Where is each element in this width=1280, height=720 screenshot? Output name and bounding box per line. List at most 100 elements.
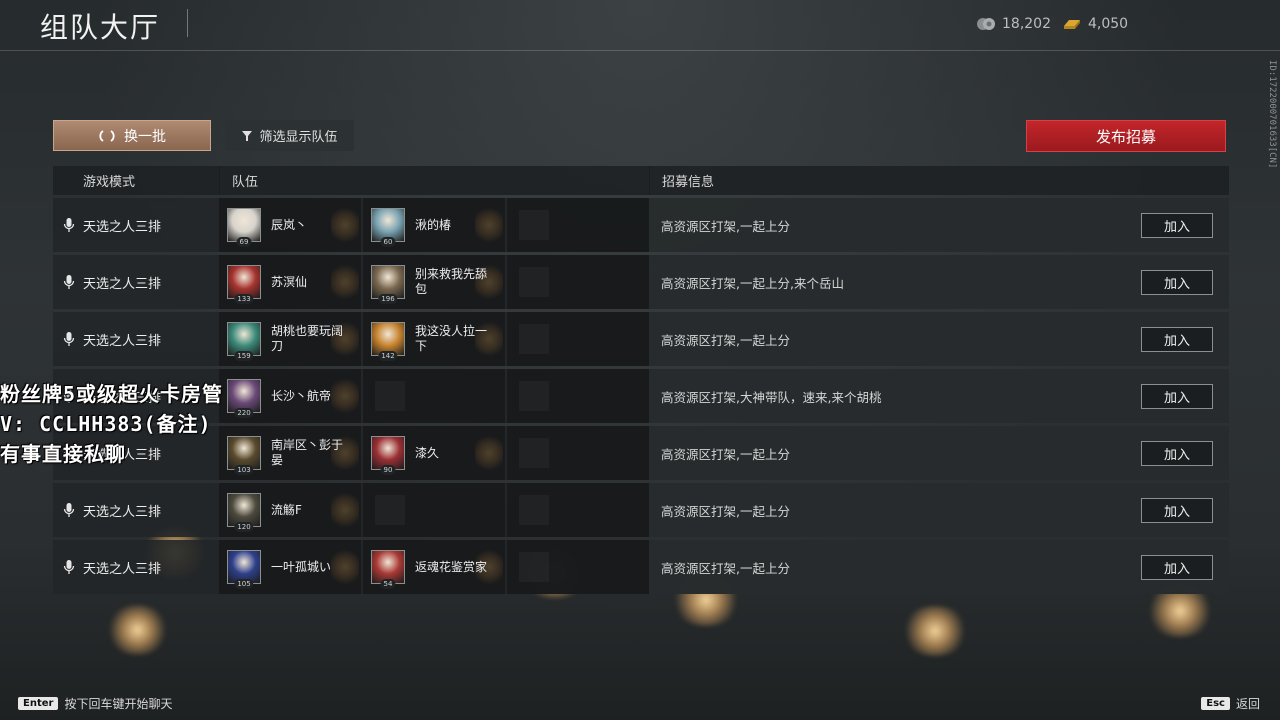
player-name: 一叶孤城い — [271, 559, 332, 574]
info-cell: 高资源区打架,一起上分 加入 — [649, 540, 1229, 594]
avatar[interactable]: 196 — [371, 265, 405, 304]
slot-emblem — [331, 546, 359, 588]
table-row: 天选之人三排 103 南岸区丶彭于晏 90 漆久 高资源区打架,一起上分 加入 — [53, 426, 1229, 480]
player-level: 105 — [234, 579, 254, 589]
overlay-line-1: 粉丝牌5或级超火卡房管 — [0, 382, 224, 406]
team-table: 游戏模式 队伍 招募信息 天选之人三排 69 辰岚丶 60 湫的椿 高资源区打架,一起上分… — [53, 166, 1229, 594]
table-header: 游戏模式 队伍 招募信息 — [53, 166, 1229, 195]
avatar[interactable]: 220 — [227, 379, 261, 418]
player-name: 胡桃也要玩阔刀 — [271, 324, 344, 353]
avatar[interactable]: 133 — [227, 265, 261, 304]
back-label: 返回 — [1235, 697, 1260, 711]
player-name: 漆久 — [415, 445, 440, 460]
avatar[interactable]: 60 — [371, 208, 405, 247]
player-slot: 90 漆久 — [363, 426, 505, 480]
empty-slot-placeholder — [519, 495, 549, 525]
join-button[interactable]: 加入 — [1141, 269, 1213, 295]
player-name: 长沙丶航帝 — [271, 388, 332, 403]
table-row: 天选之人三排 120 流觞F 高资源区打架,一起上分 加入 — [53, 483, 1229, 537]
table-row: 天选之人三排 69 辰岚丶 60 湫的椿 高资源区打架,一起上分 加入 — [53, 198, 1229, 252]
mode-cell: 天选之人三排 — [53, 483, 219, 537]
player-slot: 120 流觞F — [219, 483, 361, 537]
slot-emblem — [331, 375, 359, 417]
player-slot: 220 长沙丶航帝 — [219, 369, 361, 423]
recruit-info: 高资源区打架,一起上分 — [661, 446, 790, 462]
enter-key-badge: Enter — [18, 697, 59, 710]
table-body: 天选之人三排 69 辰岚丶 60 湫的椿 高资源区打架,一起上分 加入 天选之人三排 133 苏溟… — [53, 198, 1229, 594]
coin-icon — [977, 18, 995, 30]
empty-slot-placeholder — [519, 552, 549, 582]
player-slot: 60 湫的椿 — [363, 198, 505, 252]
avatar[interactable]: 69 — [227, 208, 261, 247]
team-cell: 120 流觞F — [219, 483, 649, 537]
empty-slot — [507, 540, 649, 594]
player-name: 南岸区丶彭于晏 — [271, 438, 344, 467]
refresh-button-label: 换一批 — [124, 128, 166, 145]
empty-slot-placeholder — [519, 324, 549, 354]
player-name: 苏溟仙 — [271, 274, 308, 289]
avatar[interactable]: 103 — [227, 436, 261, 475]
avatar[interactable]: 120 — [227, 493, 261, 532]
empty-slot — [507, 198, 649, 252]
team-cell: 133 苏溟仙 196 别来救我先舔包 — [219, 255, 649, 309]
currency-gold-value: 4,050 — [1088, 16, 1129, 32]
player-slot: 196 别来救我先舔包 — [363, 255, 505, 309]
chat-hint[interactable]: Enter 按下回车键开始聊天 — [18, 695, 172, 712]
join-button[interactable]: 加入 — [1141, 326, 1213, 352]
info-cell: 高资源区打架,一起上分,来个岳山 加入 — [649, 255, 1229, 309]
header-mode: 游戏模式 — [83, 175, 136, 190]
page-title: 组队大厅 — [40, 11, 161, 44]
player-slot: 159 胡桃也要玩阔刀 — [219, 312, 361, 366]
avatar[interactable]: 105 — [227, 550, 261, 589]
avatar[interactable]: 142 — [371, 322, 405, 361]
player-level: 69 — [236, 237, 252, 247]
recruit-info: 高资源区打架,大神带队，速来,来个胡桃 — [661, 389, 882, 405]
slot-emblem — [475, 432, 503, 474]
player-id: ID:1722000701633[CN] — [1267, 60, 1277, 169]
join-button[interactable]: 加入 — [1141, 383, 1213, 409]
avatar[interactable]: 159 — [227, 322, 261, 361]
filter-button-label: 筛选显示队伍 — [259, 130, 338, 145]
filter-button[interactable]: 筛选显示队伍 — [225, 120, 354, 151]
player-slot: 133 苏溟仙 — [219, 255, 361, 309]
empty-slot — [507, 426, 649, 480]
player-level: 196 — [378, 294, 398, 304]
overlay-line-3: 有事直接私聊 — [0, 442, 126, 466]
player-level: 120 — [234, 522, 254, 532]
microphone-icon — [63, 218, 75, 232]
mode-label: 天选之人三排 — [83, 276, 162, 292]
empty-slot — [363, 369, 505, 423]
avatar[interactable]: 90 — [371, 436, 405, 475]
player-slot: 103 南岸区丶彭于晏 — [219, 426, 361, 480]
player-level: 159 — [234, 351, 254, 361]
join-button[interactable]: 加入 — [1141, 440, 1213, 466]
microphone-icon — [63, 275, 75, 289]
empty-slot — [507, 255, 649, 309]
recruit-info: 高资源区打架,一起上分,来个岳山 — [661, 275, 844, 291]
esc-key-badge: Esc — [1201, 697, 1230, 710]
team-cell: 69 辰岚丶 60 湫的椿 — [219, 198, 649, 252]
info-cell: 高资源区打架,一起上分 加入 — [649, 312, 1229, 366]
top-bar: 组队大厅 18,202 4,050 — [0, 0, 1280, 51]
currency-coin-value: 18,202 — [1002, 16, 1051, 32]
table-row: 天选之人三排 105 一叶孤城い 54 返魂花鉴赏家 高资源区打架,一起上分 加入 — [53, 540, 1229, 594]
mode-label: 天选之人三排 — [83, 333, 162, 349]
join-button[interactable]: 加入 — [1141, 497, 1213, 523]
join-button[interactable]: 加入 — [1141, 212, 1213, 238]
avatar[interactable]: 54 — [371, 550, 405, 589]
bokeh-light — [105, 605, 170, 655]
back-button[interactable]: Esc 返回 — [1201, 695, 1260, 712]
player-level: 54 — [380, 579, 396, 589]
player-level: 133 — [234, 294, 254, 304]
mode-cell: 天选之人三排 — [53, 255, 219, 309]
player-level: 220 — [234, 408, 254, 418]
team-cell: 103 南岸区丶彭于晏 90 漆久 — [219, 426, 649, 480]
recruit-info: 高资源区打架,一起上分 — [661, 560, 790, 576]
publish-recruit-button[interactable]: 发布招募 — [1026, 120, 1226, 152]
info-cell: 高资源区打架,一起上分 加入 — [649, 483, 1229, 537]
join-button[interactable]: 加入 — [1141, 554, 1213, 580]
mode-cell: 天选之人三排 — [53, 312, 219, 366]
gold-bar-icon — [1064, 20, 1080, 29]
empty-slot-placeholder — [519, 267, 549, 297]
refresh-button[interactable]: 换一批 — [53, 120, 211, 151]
